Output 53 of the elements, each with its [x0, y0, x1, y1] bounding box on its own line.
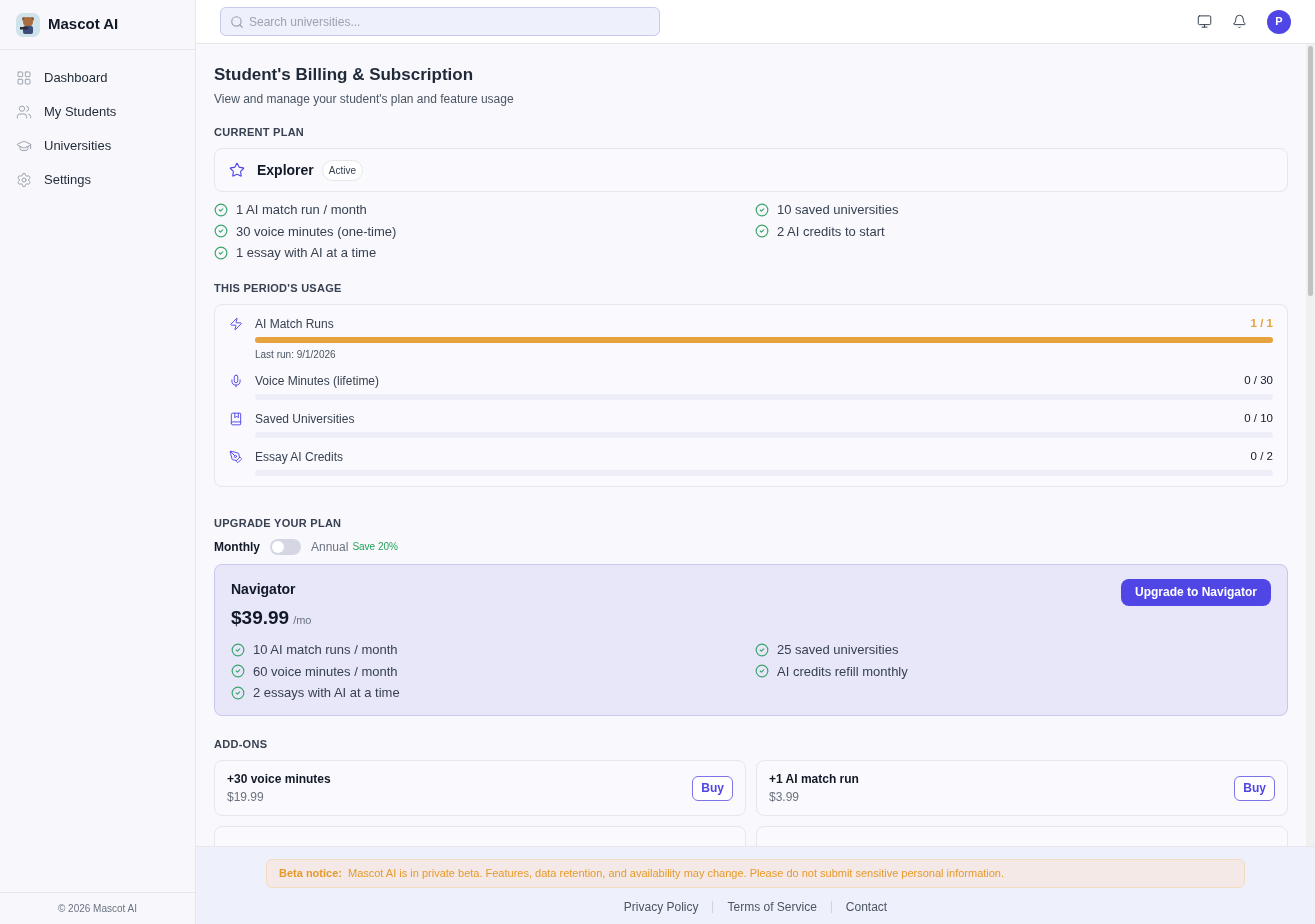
notice-label: Beta notice: [279, 866, 342, 882]
plan-name: Navigator [231, 579, 297, 599]
user-avatar[interactable]: P [1267, 9, 1291, 34]
section-heading: ADD-ONS [214, 736, 269, 752]
search-field[interactable]: Search universities... [220, 7, 660, 36]
feature-text: 25 saved universities [777, 641, 899, 659]
upgrade-button[interactable]: Upgrade to Navigator [1121, 578, 1271, 606]
footer-link[interactable]: Terms of Service [727, 898, 817, 916]
brand-name: Mascot AI [48, 14, 119, 35]
feature-text: 1 essay with AI at a time [236, 244, 377, 262]
feature-text: 30 voice minutes (one-time) [236, 222, 397, 241]
usage-reading: 0 / 30 [1244, 373, 1273, 389]
page-subtitle: View and manage your student's plan and feature usage [214, 90, 515, 108]
addon-price: $19.99 [227, 789, 265, 806]
usage-label: Voice Minutes (lifetime) [255, 373, 380, 390]
feature-text: 1 AI match run / month [236, 201, 367, 219]
addon-name: +30 voice minutes [227, 771, 331, 788]
feature-text: AI credits refill monthly [777, 662, 908, 681]
price-period: /mo [293, 612, 312, 628]
addon-name: +1 AI match run [769, 771, 859, 788]
section-heading: CURRENT PLAN [214, 124, 306, 140]
plan-name: Explorer [257, 160, 314, 180]
footer-link[interactable]: Privacy Policy [623, 898, 699, 916]
notice-text: Mascot AI is in private beta. Features, data retention, and availability may change. Please do not submit sensitive personal information. [347, 866, 1005, 882]
annual-label: Annual [311, 538, 349, 556]
copyright-text: © 2026 Mascot AI [57, 902, 138, 916]
usage-label: AI Match Runs [255, 316, 334, 333]
buy-button[interactable]: Buy [1234, 775, 1275, 801]
section-heading: THIS PERIOD'S USAGE [214, 280, 343, 296]
feature-text: 10 saved universities [777, 201, 899, 219]
last-run-note: Last run: 9/1/2026 [255, 348, 337, 362]
footer-link[interactable]: Contact [845, 898, 888, 916]
feature-text: 10 AI match runs / month [253, 641, 398, 659]
usage-label: Saved Universities [255, 411, 355, 428]
feature-text: 60 voice minutes / month [253, 662, 398, 681]
monthly-label: Monthly [214, 538, 260, 556]
buy-button[interactable]: Buy [692, 775, 733, 801]
save-percent-text: Save 20% [352, 540, 398, 554]
feature-text: 2 essays with AI at a time [253, 684, 400, 702]
addon-price: $3.99 [769, 789, 801, 806]
usage-reading: 1 / 1 [1250, 316, 1273, 332]
usage-reading: 0 / 10 [1244, 411, 1273, 427]
plan-price: $39.99 [231, 605, 290, 630]
page-title: Student's Billing & Subscription [214, 64, 475, 86]
usage-label: Essay AI Credits [255, 449, 344, 466]
sidebar-item[interactable]: Dashboard [8, 62, 187, 94]
section-heading: UPGRADE YOUR PLAN [214, 516, 343, 531]
sidebar-item[interactable]: My Students [8, 96, 187, 128]
feature-text: 2 AI credits to start [777, 222, 885, 241]
status-badge: Active [321, 159, 364, 181]
sidebar-item[interactable]: Settings [8, 164, 187, 196]
usage-reading: 0 / 2 [1250, 449, 1273, 465]
sidebar-item[interactable]: Universities [8, 130, 187, 162]
